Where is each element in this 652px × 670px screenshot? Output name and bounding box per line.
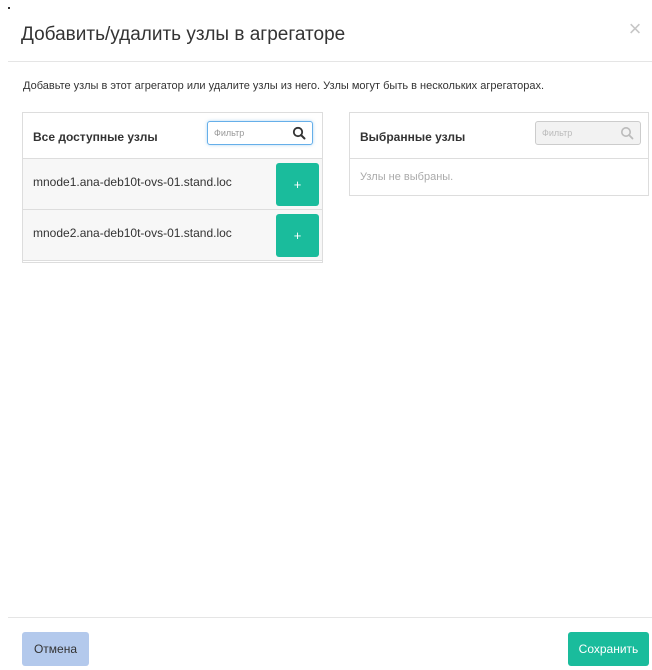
modal-title: Добавить/удалить узлы в агрегаторе [21, 24, 346, 45]
add-node-button[interactable]: + [276, 214, 319, 257]
list-item: mnode1.ana-deb10t-ovs-01.stand.loc + [23, 159, 322, 210]
available-filter [207, 121, 313, 145]
list-item: mnode2.ana-deb10t-ovs-01.stand.loc + [23, 210, 322, 261]
available-nodes-panel: Все доступные узлы mnode1.ana-deb10t-ovs… [22, 112, 323, 263]
footer-divider [8, 617, 652, 618]
search-icon[interactable] [292, 126, 306, 140]
add-node-button[interactable]: + [276, 163, 319, 206]
search-icon [621, 127, 634, 140]
save-button[interactable]: Сохранить [568, 632, 649, 666]
header-divider [8, 61, 652, 62]
selected-nodes-panel: Выбранные узлы Узлы не выбраны. [349, 112, 649, 196]
cancel-button[interactable]: Отмена [22, 632, 89, 666]
selected-filter [535, 121, 641, 145]
close-icon[interactable]: × [624, 18, 646, 40]
available-nodes-title: Все доступные узлы [33, 130, 158, 144]
empty-state-text: Узлы не выбраны. [360, 171, 454, 183]
selected-nodes-title: Выбранные узлы [360, 130, 466, 144]
selected-nodes-header: Выбранные узлы [350, 113, 648, 159]
stray-mark [8, 7, 10, 9]
available-filter-input[interactable] [214, 125, 286, 141]
selected-filter-input [542, 125, 614, 141]
node-label: mnode1.ana-deb10t-ovs-01.stand.loc [33, 175, 232, 189]
modal-description: Добавьте узлы в этот агрегатор или удали… [23, 80, 545, 92]
available-nodes-header: Все доступные узлы [23, 113, 322, 159]
node-label: mnode2.ana-deb10t-ovs-01.stand.loc [33, 226, 232, 240]
